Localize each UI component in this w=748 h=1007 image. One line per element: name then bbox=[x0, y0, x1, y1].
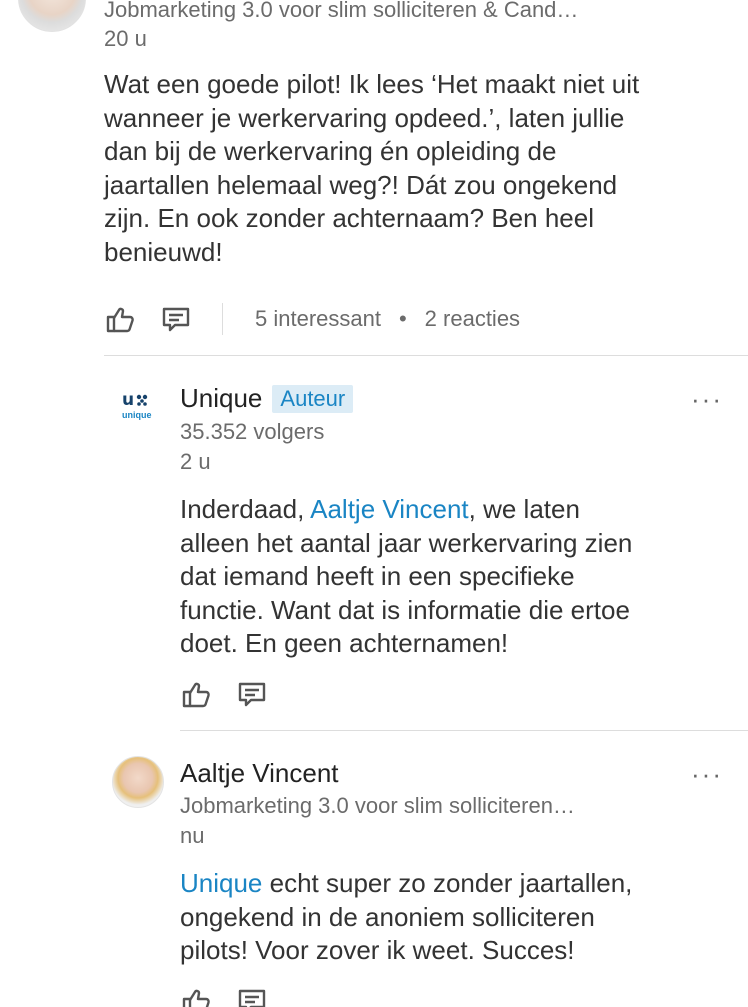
follower-count: 35.352 volgers bbox=[180, 419, 325, 444]
mention-link[interactable]: Unique bbox=[180, 868, 262, 898]
author-badge: Auteur bbox=[272, 384, 354, 413]
reply-text-line: functie. Want dat is informatie die erto… bbox=[180, 594, 630, 625]
thumbs-up-icon[interactable] bbox=[180, 985, 212, 1007]
divider bbox=[222, 303, 223, 335]
company-logo[interactable]: u unique bbox=[112, 388, 164, 428]
comment-icon[interactable] bbox=[236, 985, 268, 1007]
more-options-button[interactable]: ··· bbox=[691, 384, 723, 415]
reply-timestamp: nu bbox=[180, 823, 205, 848]
comment-icon[interactable] bbox=[160, 303, 192, 335]
logo-word: unique bbox=[122, 410, 152, 420]
commenter-headline: Jobmarketing 3.0 voor slim solliciteren … bbox=[104, 0, 579, 22]
reply-text-line: pilots! Voor zover ik weet. Succes! bbox=[180, 935, 575, 965]
reply-text-line: ongekend in de anoniem solliciteren bbox=[180, 901, 595, 932]
author-name[interactable]: Unique bbox=[180, 383, 262, 414]
comment-text-line: wanneer je werkervaring opdeed.’, laten … bbox=[104, 102, 625, 133]
reply-text: Unique echt super zo zonder jaartallen, … bbox=[180, 867, 740, 968]
comment-timestamp: 20 u bbox=[104, 26, 147, 51]
divider bbox=[180, 730, 748, 731]
reply-header: Unique Auteur bbox=[180, 383, 354, 414]
commenter-headline: Jobmarketing 3.0 voor slim solliciteren… bbox=[180, 793, 575, 818]
separator-dot: • bbox=[398, 306, 407, 331]
more-options-button[interactable]: ··· bbox=[691, 759, 723, 790]
interesting-count-link[interactable]: 5 interessant bbox=[255, 306, 381, 332]
thumbs-up-icon[interactable] bbox=[104, 303, 136, 335]
comment-text-line: Wat een goede pilot! Ik lees ‘Het maakt … bbox=[104, 69, 640, 99]
logo-letter: u bbox=[122, 390, 135, 410]
comment-text-line: jaartallen helemaal weg?! Dát zou ongeke… bbox=[104, 169, 618, 200]
reply-text-line: alleen het aantal jaar werkervaring zien bbox=[180, 527, 633, 558]
reply-timestamp: 2 u bbox=[180, 449, 211, 474]
comment-action-bar: 5 interessant • 2 reacties bbox=[104, 302, 520, 336]
comment-text-line: zijn. En ook zonder achternaam? Ben heel bbox=[104, 203, 594, 233]
thumbs-up-icon[interactable] bbox=[180, 678, 212, 710]
reply-text-line: Inderdaad, Aaltje Vincent, we laten bbox=[180, 494, 580, 524]
avatar[interactable] bbox=[18, 0, 86, 32]
avatar[interactable] bbox=[112, 756, 164, 808]
comment-text-line: dan bij de werkervaring én opleiding de bbox=[104, 136, 557, 166]
reply-action-bar bbox=[180, 984, 268, 1007]
mention-link[interactable]: Aaltje Vincent bbox=[310, 494, 469, 524]
reply-text: Inderdaad, Aaltje Vincent, we laten alle… bbox=[180, 493, 740, 661]
comment-text-line: benieuwd! bbox=[104, 236, 223, 267]
reply-count-link[interactable]: 2 reacties bbox=[425, 306, 520, 332]
reply-text-line: Unique echt super zo zonder jaartallen, bbox=[180, 868, 633, 898]
comment-icon[interactable] bbox=[236, 678, 268, 710]
reply-text-line: dat iemand heeft in een specifieke bbox=[180, 561, 575, 591]
divider bbox=[104, 355, 748, 356]
comment-text: Wat een goede pilot! Ik lees ‘Het maakt … bbox=[104, 68, 734, 269]
author-name[interactable]: Aaltje Vincent bbox=[180, 758, 339, 789]
reply-text-line: doet. En geen achternamen! bbox=[180, 628, 509, 658]
reply-action-bar bbox=[180, 677, 268, 711]
logo-mark-icon bbox=[136, 394, 148, 406]
